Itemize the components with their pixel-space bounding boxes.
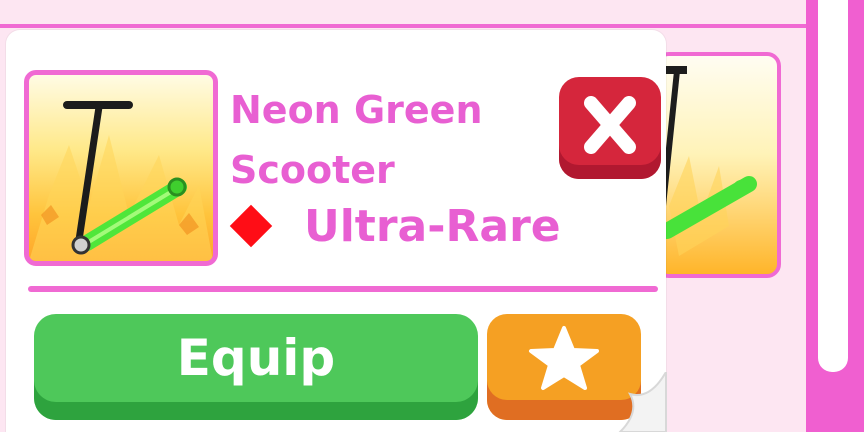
inventory-divider	[0, 24, 806, 28]
item-thumbnail	[24, 70, 218, 266]
x-icon	[584, 96, 636, 154]
item-name: Neon Green Scooter	[230, 88, 483, 192]
popup-divider	[28, 286, 658, 292]
rarity-diamond-icon	[229, 204, 273, 248]
equip-button[interactable]: Equip	[34, 314, 478, 420]
item-rarity: Ultra-Rare	[304, 201, 561, 252]
item-popup: Neon Green Scooter Ultra-Rare Equip	[6, 30, 666, 432]
page-curl-decoration	[618, 372, 667, 432]
scrollbar[interactable]	[818, 0, 848, 372]
scooter-icon	[29, 101, 213, 261]
equip-label: Equip	[176, 329, 336, 387]
close-button[interactable]	[559, 77, 661, 179]
inventory-item-card[interactable]	[655, 52, 781, 278]
neon-scooter-icon	[659, 66, 757, 256]
